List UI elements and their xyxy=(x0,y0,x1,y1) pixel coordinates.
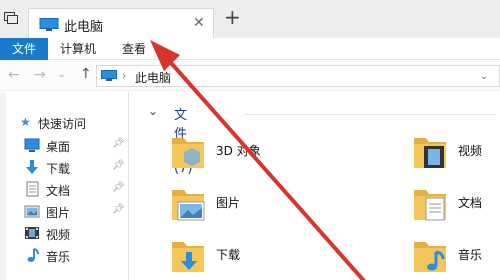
pictures-folder-icon xyxy=(172,190,205,221)
pictures-icon xyxy=(24,205,40,218)
nav-item-label: 桌面 xyxy=(46,140,71,154)
nav-item-label: 下载 xyxy=(46,162,71,176)
ribbon-tab-computer[interactable]: 计算机 xyxy=(60,38,96,60)
videos-icon xyxy=(25,227,39,239)
documents-icon xyxy=(26,181,39,197)
computer-icon xyxy=(101,70,117,81)
forward-button[interactable]: → xyxy=(34,67,46,83)
folder-item-downloads[interactable]: 下载 xyxy=(170,236,290,280)
folder-label: 3D 对象 xyxy=(216,144,261,158)
chevron-down-icon[interactable]: ⌄ xyxy=(148,104,158,118)
pane-divider[interactable] xyxy=(128,92,129,280)
downloads-folder-icon xyxy=(172,242,204,272)
address-dropdown-icon[interactable]: ⌄ xyxy=(480,71,488,82)
content-pane: ⌄ 文件夹 (7) 3D 对象 视频 图片 xyxy=(140,92,500,280)
pin-icon: 📌︎ xyxy=(112,160,125,171)
videos-folder-icon xyxy=(414,138,446,168)
close-tab-icon[interactable]: ✕ xyxy=(193,15,205,31)
nav-quick-access-label: 快速访问 xyxy=(38,117,87,131)
folder-item-3d-objects[interactable]: 3D 对象 xyxy=(170,132,290,180)
back-button[interactable]: ← xyxy=(8,67,20,83)
tab-this-pc[interactable]: 此电脑 ✕ xyxy=(28,8,214,38)
folder-item-videos[interactable]: 视频 xyxy=(412,132,500,180)
tab-title: 此电脑 xyxy=(64,20,104,35)
folder-item-pictures[interactable]: 图片 xyxy=(170,184,290,232)
pin-icon: 📌︎ xyxy=(112,204,125,215)
nav-item-label: 图片 xyxy=(46,206,71,220)
nav-item-documents[interactable]: 文档 📌︎ xyxy=(24,180,128,200)
navigation-pane: ★ 快速访问 桌面 📌︎ 下载 📌︎ 文档 📌︎ 图片 📌︎ 视频 音乐 xyxy=(0,92,128,280)
star-icon: ★ xyxy=(20,115,31,129)
folder-label: 图片 xyxy=(216,196,241,210)
nav-item-desktop[interactable]: 桌面 📌︎ xyxy=(24,136,128,156)
computer-icon xyxy=(39,18,59,31)
group-divider xyxy=(244,114,496,115)
nav-item-pictures[interactable]: 图片 📌︎ xyxy=(24,202,128,222)
ribbon-tab-view[interactable]: 查看 xyxy=(122,38,146,60)
nav-scrollbar[interactable] xyxy=(0,92,6,280)
nav-item-label: 音乐 xyxy=(46,250,71,264)
title-bar: 此电脑 ✕ + xyxy=(0,0,500,38)
nav-item-downloads[interactable]: 下载 📌︎ xyxy=(24,158,128,178)
breadcrumb-separator[interactable]: › xyxy=(122,69,126,82)
ribbon-tabs: 文件 计算机 查看 xyxy=(0,38,500,60)
pin-icon: 📌︎ xyxy=(112,182,125,193)
recent-locations-button[interactable]: ⌄ xyxy=(58,70,66,80)
breadcrumb-this-pc[interactable]: 此电脑 xyxy=(135,69,171,86)
nav-item-videos[interactable]: 视频 xyxy=(24,224,128,244)
window-menu-icon[interactable] xyxy=(4,12,18,24)
downloads-icon xyxy=(26,160,38,174)
desktop-icon xyxy=(24,138,40,152)
folder-label: 音乐 xyxy=(458,248,483,262)
folder-item-music[interactable]: 音乐 xyxy=(412,236,500,280)
nav-item-label: 文档 xyxy=(46,184,71,198)
nav-item-music[interactable]: 音乐 xyxy=(24,246,128,266)
pin-icon: 📌︎ xyxy=(112,138,125,149)
ribbon-tab-file[interactable]: 文件 xyxy=(0,38,48,60)
folder-item-documents[interactable]: 文档 xyxy=(412,184,500,232)
up-button[interactable]: ↑ xyxy=(80,66,92,82)
folder-label: 文档 xyxy=(458,196,483,210)
address-row: ← → ⌄ ↑ › 此电脑 ⌄ xyxy=(0,61,500,91)
3d-objects-folder-icon xyxy=(172,138,204,168)
folder-label: 视频 xyxy=(458,144,483,158)
nav-item-label: 视频 xyxy=(46,228,71,242)
music-folder-icon xyxy=(414,242,446,272)
address-bar[interactable]: › 此电脑 ⌄ xyxy=(96,65,500,87)
new-tab-button[interactable]: + xyxy=(224,6,241,28)
documents-folder-icon xyxy=(414,190,446,221)
music-icon xyxy=(27,248,39,262)
folder-label: 下载 xyxy=(216,248,241,262)
